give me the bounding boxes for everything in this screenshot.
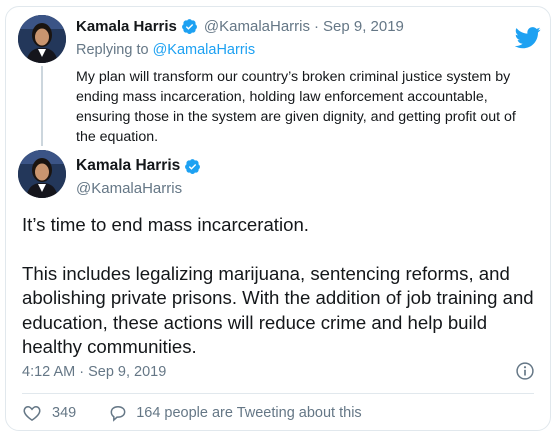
avatar[interactable] — [18, 15, 66, 63]
replying-to-line: Replying to @KamalaHarris — [76, 42, 255, 58]
author-handle[interactable]: @KamalaHarris — [204, 18, 310, 35]
info-icon[interactable] — [515, 361, 535, 381]
divider — [22, 393, 534, 394]
replying-label: Replying to — [76, 42, 149, 58]
quoted-tweet-text: My plan will transform our country’s bro… — [76, 69, 516, 145]
main-tweet-author: Kamala Harris — [76, 157, 201, 175]
replying-to-link[interactable]: @KamalaHarris — [153, 42, 256, 58]
thread-connector-line — [41, 66, 43, 146]
tweet-date[interactable]: Sep 9, 2019 — [323, 18, 404, 35]
author-name[interactable]: Kamala Harris — [76, 157, 180, 175]
avatar[interactable] — [18, 150, 66, 198]
tweet-paragraph: It’s time to end mass incarceration. — [22, 214, 309, 235]
heart-icon[interactable] — [22, 403, 42, 423]
speech-bubble-icon[interactable] — [108, 403, 128, 423]
people-tweeting-link[interactable]: 164 people are Tweeting about this — [136, 405, 361, 421]
tweet-timestamp[interactable]: 4:12 AM · Sep 9, 2019 — [22, 364, 166, 380]
twitter-bird-icon[interactable] — [515, 27, 541, 49]
verified-badge-icon — [185, 158, 201, 174]
quoted-tweet-header: Kamala Harris @KamalaHarris · Sep 9, 201… — [76, 18, 404, 35]
like-count[interactable]: 349 — [52, 405, 76, 421]
author-name[interactable]: Kamala Harris — [76, 18, 177, 35]
tweet-text: It’s time to end mass incarceration. Thi… — [22, 213, 534, 360]
tweet-paragraph: This includes legalizing marijuana, sent… — [22, 262, 534, 358]
verified-badge-icon — [181, 19, 197, 35]
tweet-actions: 349 164 people are Tweeting about this — [22, 403, 362, 423]
author-handle[interactable]: @KamalaHarris — [76, 180, 182, 197]
separator-dot: · — [314, 18, 319, 35]
